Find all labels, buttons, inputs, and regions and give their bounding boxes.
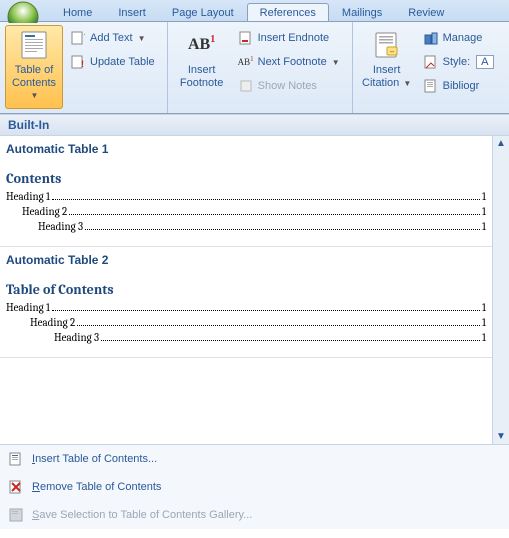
tab-references[interactable]: References (247, 3, 329, 21)
bibliography-icon (423, 78, 439, 94)
footnote-label1: Insert (188, 64, 216, 76)
show-notes-button[interactable]: Show Notes (233, 75, 345, 97)
add-text-icon: + (70, 30, 86, 46)
toc-pg: 1 (482, 205, 486, 218)
toc-pg: 1 (482, 331, 486, 344)
show-notes-icon (238, 78, 254, 94)
toc-pg: 1 (482, 301, 486, 314)
office-button[interactable] (6, 0, 46, 21)
gallery-item-auto1[interactable]: Automatic Table 1 Contents Heading 1 1 He… (0, 136, 492, 247)
next-footnote-label: Next Footnote (258, 56, 327, 68)
manage-sources-icon (423, 30, 439, 46)
gallery-section-header: Built-In (0, 114, 509, 136)
next-footnote-button[interactable]: AB1 Next Footnote ▼ (233, 51, 345, 73)
toc-h1: Heading 1 (6, 301, 50, 314)
toc-pg: 1 (482, 190, 486, 203)
style-icon (423, 54, 439, 70)
preview-title: Automatic Table 2 (6, 251, 486, 281)
toc-h1: Heading 1 (6, 190, 50, 203)
contents-heading: Contents (6, 170, 486, 189)
ribbon: Table ofContents ▼ + Add Text ▼ ! Update… (0, 22, 509, 114)
scroll-up-icon[interactable]: ▲ (494, 136, 509, 151)
svg-text:–: – (389, 47, 394, 56)
footnote-icon: AB1 (186, 29, 218, 61)
footnote-label2: Footnote (180, 77, 223, 89)
preview-title: Automatic Table 1 (6, 140, 486, 170)
group-footnotes: AB1 InsertFootnote Insert Endnote AB1 Ne… (168, 22, 353, 113)
citation-icon: – (371, 29, 403, 61)
chevron-down-icon: ▼ (31, 91, 39, 100)
update-table-icon: ! (70, 54, 86, 70)
update-table-button[interactable]: ! Update Table (65, 51, 160, 73)
toc-icon (18, 29, 50, 61)
next-footnote-icon: AB1 (238, 54, 254, 70)
svg-text:!: ! (81, 59, 84, 69)
contents-heading: Table of Contents (6, 281, 486, 300)
add-text-button[interactable]: + Add Text ▼ (65, 27, 160, 49)
ribbon-tabs: Home Insert Page Layout References Maili… (0, 0, 509, 22)
insert-endnote-button[interactable]: Insert Endnote (233, 27, 345, 49)
bibliography-button[interactable]: Bibliogr (418, 75, 499, 97)
citation-label2: Citation (362, 77, 399, 89)
tab-review[interactable]: Review (395, 3, 457, 21)
bibliography-label: Bibliogr (443, 80, 480, 92)
group-toc: Table ofContents ▼ + Add Text ▼ ! Update… (0, 22, 168, 113)
save-selection-icon (8, 507, 24, 523)
gallery-footer-menu: Insert Table of Contents... Remove Table… (0, 444, 509, 529)
insert-citation-button[interactable]: – InsertCitation ▼ (358, 25, 416, 109)
manage-sources-button[interactable]: Manage (418, 27, 499, 49)
toc-pg: 1 (482, 220, 486, 233)
style-label: Style: (443, 56, 471, 68)
tab-pagelayout[interactable]: Page Layout (159, 3, 247, 21)
chevron-down-icon: ▼ (332, 58, 340, 67)
toc-h3: Heading 3 (54, 331, 99, 344)
citation-label1: Insert (373, 64, 401, 76)
chevron-down-icon: ▼ (138, 34, 146, 43)
toc-h2: Heading 2 (30, 316, 75, 329)
update-table-label: Update Table (90, 56, 155, 68)
gallery-item-auto2[interactable]: Automatic Table 2 Table of Contents Head… (0, 247, 492, 358)
insert-footnote-button[interactable]: AB1 InsertFootnote (173, 25, 231, 109)
style-value[interactable]: A (476, 55, 493, 69)
toc-pg: 1 (482, 316, 486, 329)
toc-label2: Contents (12, 77, 56, 89)
tab-insert[interactable]: Insert (105, 3, 159, 21)
show-notes-label: Show Notes (258, 80, 317, 92)
toc-gallery: Built-In Automatic Table 1 Contents Head… (0, 114, 509, 538)
menu-insert-toc[interactable]: Insert Table of Contents... (0, 445, 509, 473)
tab-mailings[interactable]: Mailings (329, 3, 395, 21)
toc-h2: Heading 2 (22, 205, 67, 218)
menu-save-label: Save Selection to Table of Contents Gall… (32, 509, 252, 521)
insert-endnote-label: Insert Endnote (258, 32, 330, 44)
endnote-icon (238, 30, 254, 46)
group-citations: – InsertCitation ▼ Manage Style: A Bibli… (353, 22, 506, 113)
toc-h3: Heading 3 (38, 220, 83, 233)
menu-save-selection: Save Selection to Table of Contents Gall… (0, 501, 509, 529)
chevron-down-icon: ▼ (403, 79, 411, 88)
menu-remove-label: Remove Table of Contents (32, 481, 161, 493)
table-of-contents-button[interactable]: Table ofContents ▼ (5, 25, 63, 109)
svg-text:+: + (84, 31, 85, 41)
tab-home[interactable]: Home (50, 3, 105, 21)
remove-toc-icon (8, 479, 24, 495)
scroll-down-icon[interactable]: ▼ (494, 429, 509, 444)
toc-label1: Table of (15, 64, 54, 76)
manage-label: Manage (443, 32, 483, 44)
insert-toc-icon (8, 451, 24, 467)
style-dropdown[interactable]: Style: A (418, 51, 499, 73)
menu-insert-label: Insert Table of Contents... (32, 453, 157, 465)
add-text-label: Add Text (90, 32, 133, 44)
scrollbar[interactable]: ▲ ▼ (492, 136, 509, 444)
menu-remove-toc[interactable]: Remove Table of Contents (0, 473, 509, 501)
